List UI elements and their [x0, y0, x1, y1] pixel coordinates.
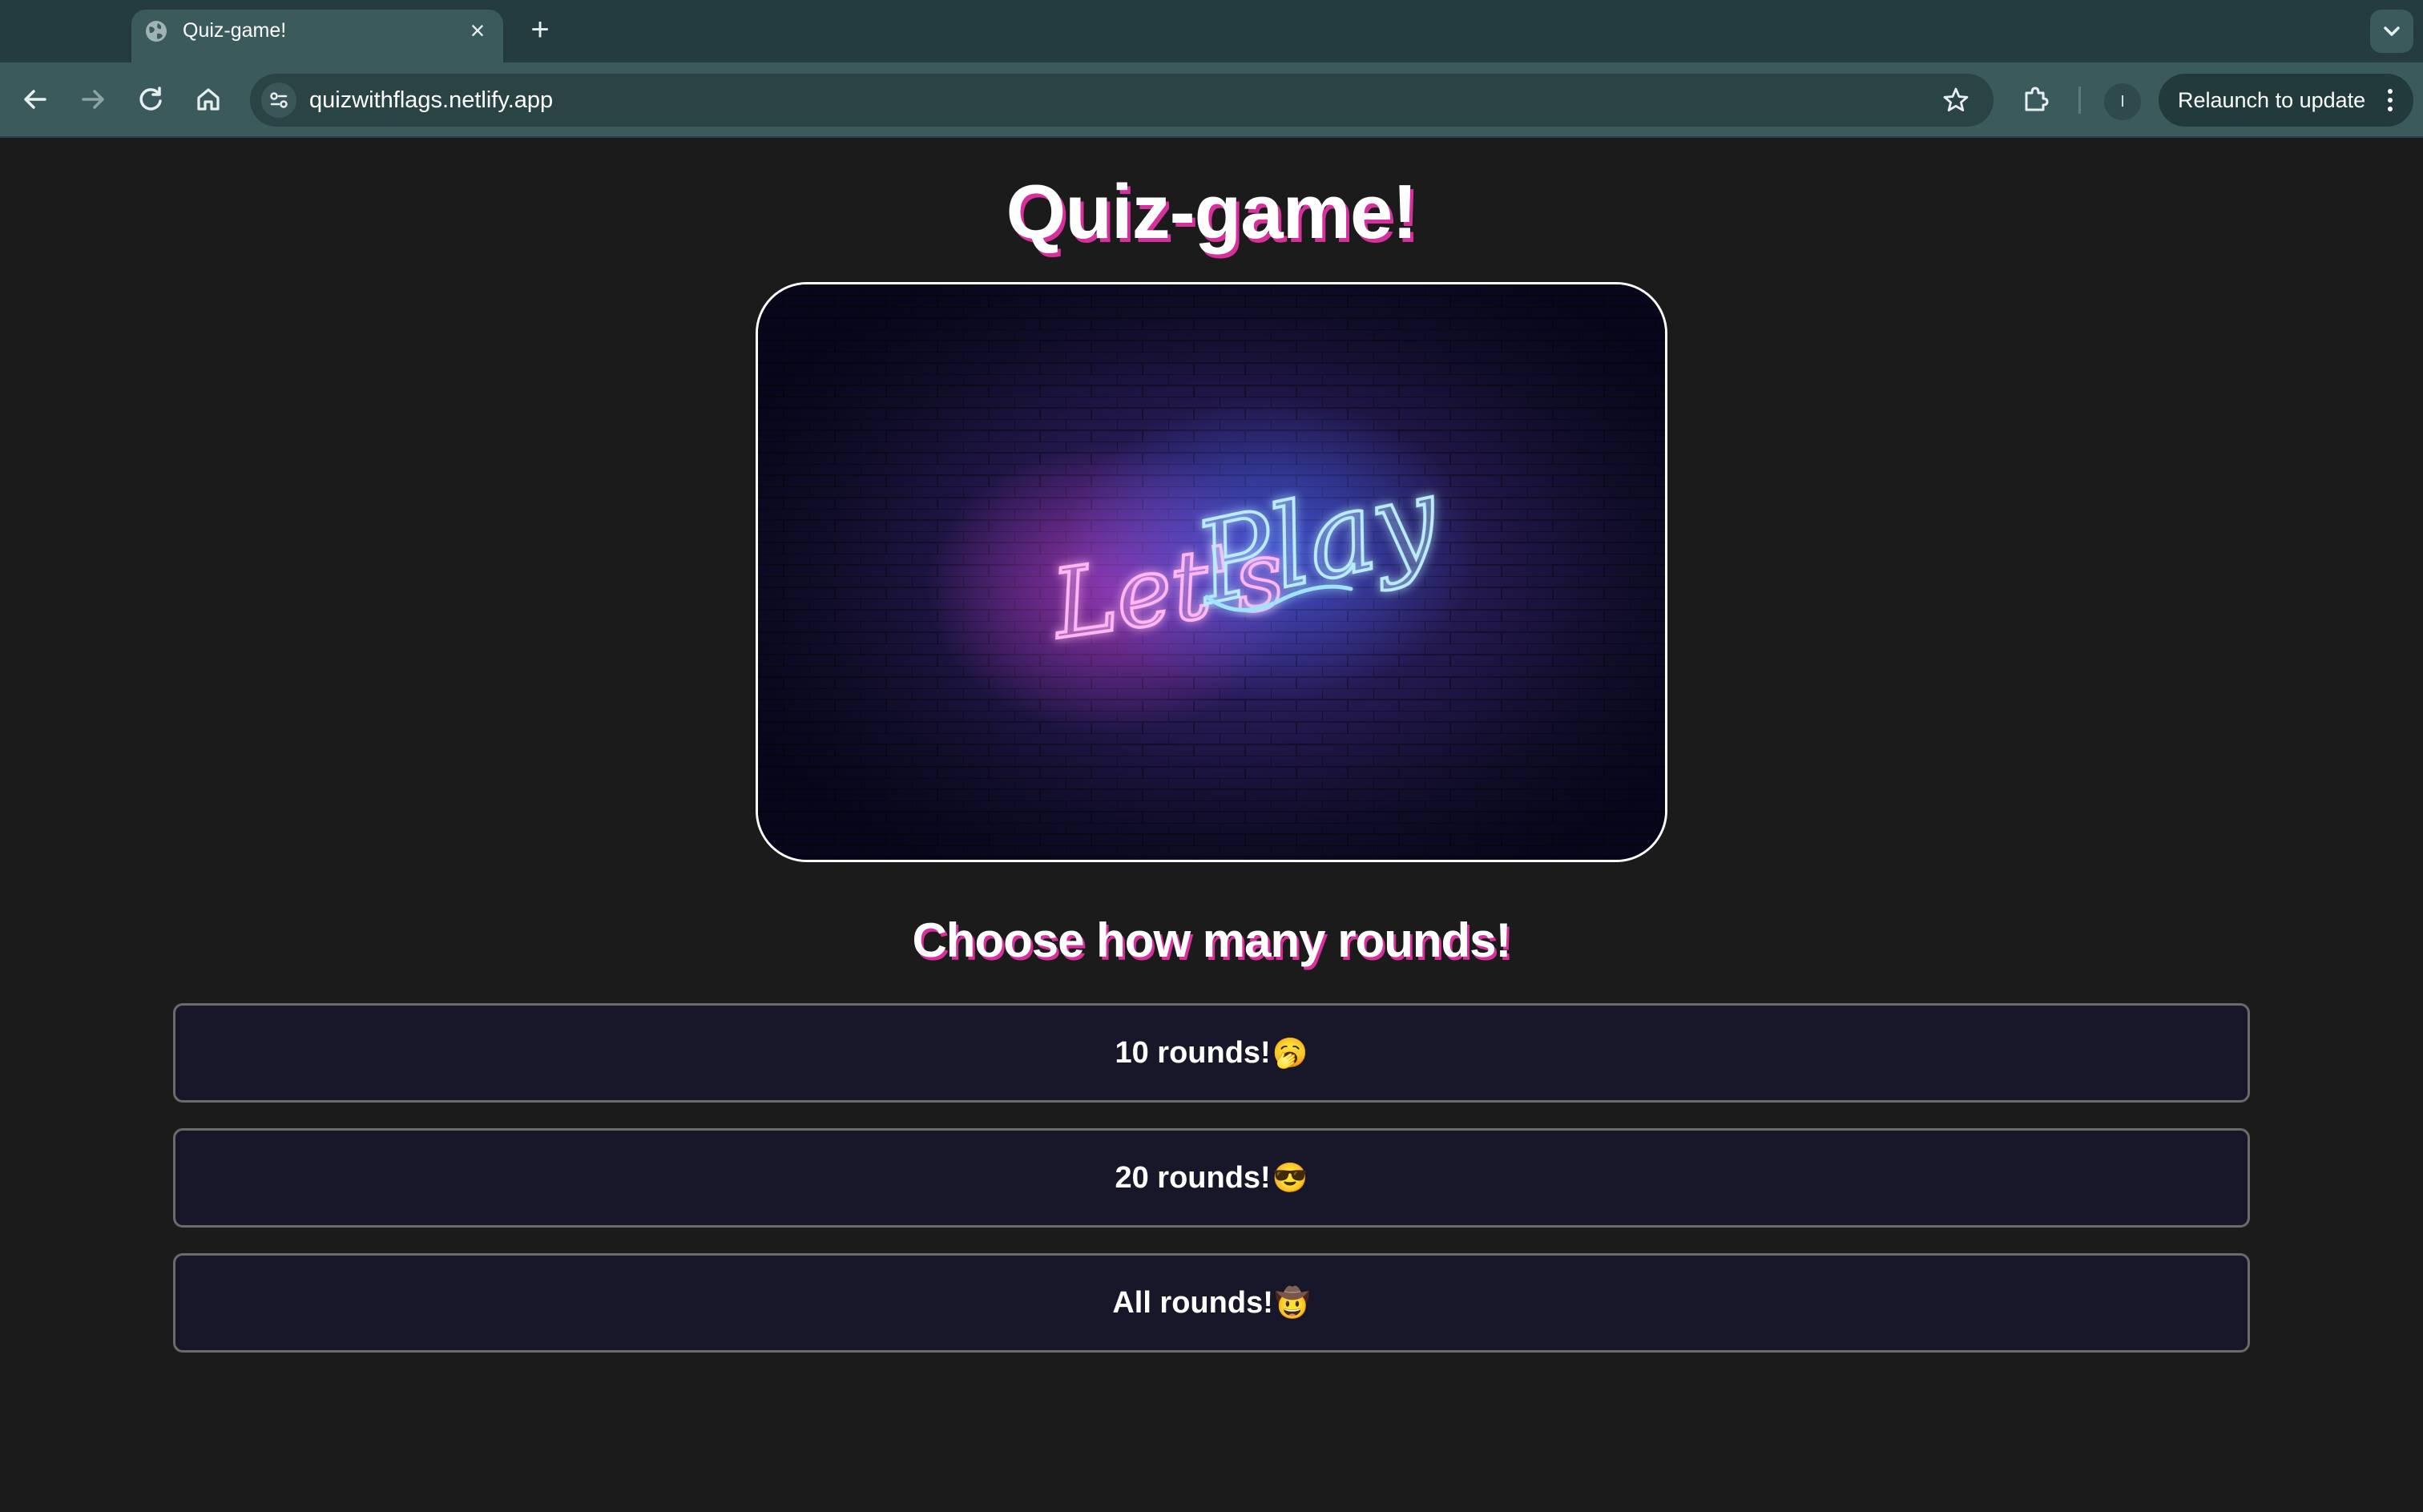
- home-icon[interactable]: [191, 82, 226, 117]
- tune-icon: [270, 92, 288, 108]
- cowboy-face-icon: 🤠: [1274, 1286, 1311, 1319]
- url-text[interactable]: quizwithflags.netlify.app: [309, 87, 553, 114]
- yawning-face-icon: 🥱: [1272, 1036, 1308, 1069]
- address-bar[interactable]: quizwithflags.netlify.app: [250, 74, 1994, 127]
- tab-search-button[interactable]: [2370, 10, 2413, 53]
- tab-strip: Quiz-game! × +: [0, 0, 2423, 62]
- site-info-button[interactable]: [261, 83, 296, 118]
- new-tab-button[interactable]: +: [522, 13, 558, 48]
- round-label: 20 rounds!: [1115, 1160, 1271, 1195]
- round-label: All rounds!: [1112, 1285, 1273, 1320]
- page-title: Quiz-game!: [1006, 169, 1418, 255]
- extensions-puzzle-icon[interactable]: [2018, 82, 2053, 117]
- relaunch-to-update-button[interactable]: Relaunch to update: [2159, 74, 2413, 127]
- profile-avatar[interactable]: I: [2104, 83, 2141, 120]
- globe-icon: [146, 21, 167, 42]
- rounds-heading: Choose how many rounds!: [912, 913, 1511, 967]
- sunglasses-face-icon: 😎: [1272, 1161, 1308, 1194]
- neon-lets-play-image: Let's Play: [758, 284, 1665, 860]
- all-rounds-button[interactable]: All rounds! 🤠: [173, 1253, 2250, 1353]
- tab-close-icon[interactable]: ×: [465, 18, 490, 43]
- bookmark-star-icon[interactable]: [1937, 82, 1974, 119]
- back-arrow-icon[interactable]: [18, 82, 53, 117]
- reload-icon[interactable]: [133, 82, 168, 117]
- toolbar-separator: [2078, 87, 2081, 114]
- relaunch-label: Relaunch to update: [2178, 88, 2366, 112]
- round-label: 10 rounds!: [1115, 1035, 1271, 1070]
- lets-play-hero-image: Let's Play: [756, 282, 1667, 862]
- chevron-down-icon: [2384, 26, 2400, 36]
- ten-rounds-button[interactable]: 10 rounds! 🥱: [173, 1003, 2250, 1103]
- page-content: Quiz-game! Let's Play Choose how many ro…: [0, 138, 2423, 1512]
- forward-arrow-icon[interactable]: [75, 82, 111, 117]
- more-vert-icon[interactable]: [2378, 83, 2402, 117]
- twenty-rounds-button[interactable]: 20 rounds! 😎: [173, 1128, 2250, 1228]
- tab-title: Quiz-game!: [183, 19, 287, 42]
- browser-toolbar: quizwithflags.netlify.app I Relaunch to …: [0, 62, 2423, 138]
